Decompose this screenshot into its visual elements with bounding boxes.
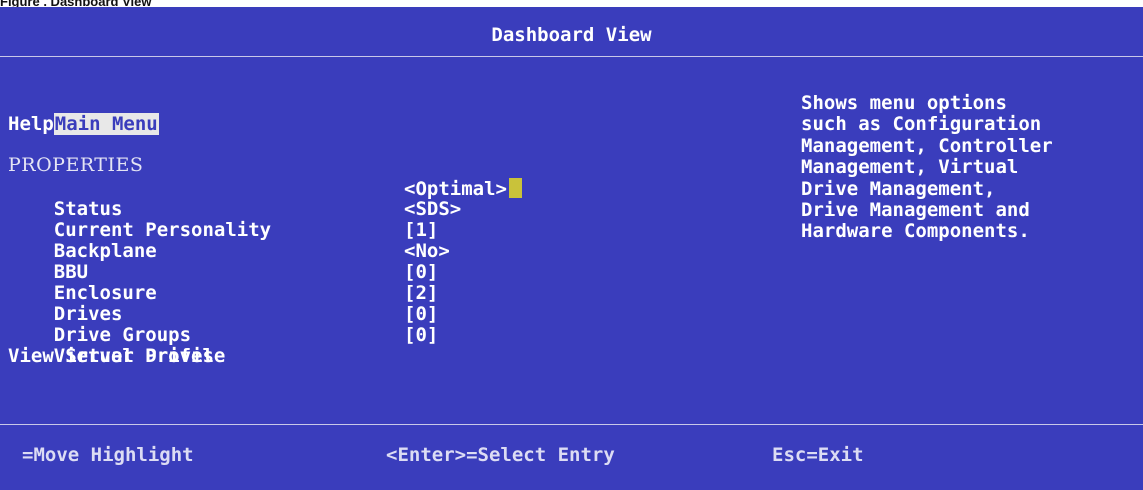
- menu-item-main-menu[interactable]: Main Menu: [8, 93, 159, 135]
- property-value: [0]: [404, 261, 439, 283]
- footer-move-highlight: =Move Highlight: [22, 444, 194, 466]
- properties-heading: PROPERTIES: [8, 154, 144, 176]
- menu-item-view-server-profile[interactable]: View Server Profile: [8, 346, 225, 367]
- property-value: <SDS>: [404, 198, 462, 220]
- help-panel: Shows menu options such as Configuration…: [801, 92, 1131, 243]
- property-value: [2]: [404, 282, 439, 304]
- property-row-virtual-drives[interactable]: Virtual Drives [0]: [8, 324, 1008, 367]
- footer-select-entry: <Enter>=Select Entry: [386, 444, 615, 466]
- help-line: Hardware Components.: [801, 220, 1030, 243]
- help-line: Drive Management and: [801, 198, 1030, 221]
- help-line: Shows menu options: [801, 92, 1007, 114]
- help-line: Drive Management,: [801, 177, 996, 200]
- property-value: [1]: [404, 219, 439, 241]
- status-value: <Optimal>: [404, 178, 522, 200]
- help-line: Management, Virtual: [801, 156, 1019, 179]
- text-cursor: [508, 178, 522, 198]
- footer-bar: =Move Highlight <Enter>=Select Entry Esc…: [0, 424, 1143, 490]
- bios-screen: Dashboard View Main Menu Help PROPERTIES…: [0, 7, 1143, 490]
- property-row-enclosure[interactable]: Enclosure [0]: [8, 261, 1008, 304]
- page-title: Dashboard View: [491, 24, 652, 46]
- property-row-drive-groups[interactable]: Drive Groups [0]: [8, 303, 1008, 346]
- footer-exit: Esc=Exit: [772, 444, 864, 466]
- property-value: [0]: [404, 303, 439, 325]
- menu-item-help[interactable]: Help: [8, 114, 54, 135]
- help-line: Management, Controller: [801, 134, 1053, 157]
- property-value: [0]: [404, 324, 439, 346]
- title-bar: Dashboard View: [0, 7, 1143, 57]
- help-line: such as Configuration: [801, 113, 1042, 136]
- property-row-bbu[interactable]: BBU <No>: [8, 240, 1008, 283]
- main-menu-label: Main Menu: [53, 113, 159, 135]
- property-row-drives[interactable]: Drives [2]: [8, 282, 1008, 325]
- property-value: <No>: [404, 240, 450, 262]
